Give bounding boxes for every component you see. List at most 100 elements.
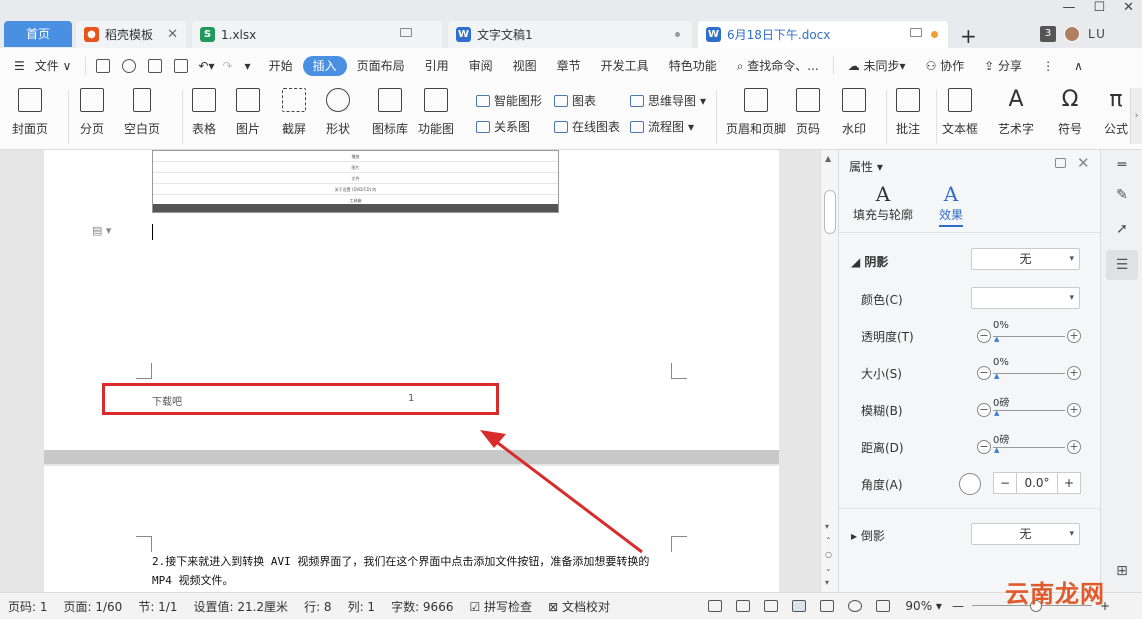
menu-reference[interactable]: 引用: [415, 56, 459, 76]
function-chart-button[interactable]: 功能图: [418, 88, 454, 137]
angle-stepper[interactable]: −0.0° +: [993, 472, 1081, 494]
plus-icon[interactable]: +: [1067, 403, 1081, 417]
tab-effect[interactable]: A 效果: [939, 182, 964, 227]
new-tab-plus-icon[interactable]: +: [960, 24, 977, 48]
blank-page-button[interactable]: 空白页: [124, 88, 160, 137]
icon-library-button[interactable]: 图标库: [372, 88, 408, 137]
close-icon[interactable]: ✕: [1077, 154, 1090, 172]
quick-access-more-icon[interactable]: ▾: [237, 56, 259, 76]
scroll-up-icon[interactable]: ▲: [825, 154, 831, 163]
menu-devtools[interactable]: 开发工具: [591, 56, 659, 76]
edit-pen-icon[interactable]: ✎: [1113, 186, 1131, 204]
grid-apps-icon[interactable]: ⊞: [1113, 562, 1131, 580]
select-cursor-icon[interactable]: ➚: [1113, 220, 1131, 238]
document-scrollbar[interactable]: ▲ ▾ ⌃ ○ ⌄ ▾: [820, 150, 838, 592]
blur-slider[interactable]: − ▲ 0磅 +: [977, 398, 1081, 419]
doc-proof-button[interactable]: ⊠ 文档校对: [540, 598, 618, 615]
tab-docx[interactable]: W 6月18日下午.docx: [698, 21, 948, 48]
symbol-button[interactable]: Ω 符号: [1058, 88, 1082, 137]
edit-mode-icon[interactable]: [764, 600, 779, 612]
more-options-icon[interactable]: ⋮: [1032, 56, 1064, 76]
wordart-button[interactable]: A 艺术字: [998, 88, 1034, 137]
zoom-out-icon[interactable]: —: [950, 599, 966, 613]
shadow-dropdown[interactable]: 无: [971, 248, 1080, 270]
size-slider[interactable]: − ▲ 0% +: [977, 357, 1081, 382]
ribbon-scroll-right-icon[interactable]: ›: [1130, 88, 1142, 144]
minimize-icon[interactable]: —: [1062, 0, 1075, 20]
flowchart-button[interactable]: 流程图 ▾: [630, 118, 694, 135]
hamburger-icon[interactable]: ☰: [0, 56, 35, 76]
angle-dial[interactable]: [959, 473, 981, 495]
collab-button[interactable]: ⚇ 协作: [916, 56, 975, 76]
status-col[interactable]: 列: 1: [340, 598, 384, 615]
zoom-level[interactable]: 90% ▾: [897, 599, 950, 613]
window-count-badge[interactable]: 3: [1040, 26, 1056, 42]
lock-icon[interactable]: [1055, 158, 1066, 168]
shape-button[interactable]: 形状: [326, 88, 350, 137]
decrement-icon[interactable]: −: [994, 473, 1016, 493]
properties-sliders-icon[interactable]: ☰: [1106, 250, 1138, 280]
slider-knob[interactable]: ▲: [994, 409, 999, 417]
comment-button[interactable]: 批注: [896, 88, 920, 137]
tab-home[interactable]: 首页: [4, 21, 72, 47]
save-icon[interactable]: [96, 59, 111, 73]
plus-icon[interactable]: +: [1067, 366, 1081, 380]
page-number-button[interactable]: 页码: [796, 88, 820, 137]
reflection-dropdown[interactable]: 无: [971, 523, 1080, 545]
export-icon[interactable]: [122, 59, 137, 73]
menu-review[interactable]: 审阅: [459, 56, 503, 76]
minus-icon[interactable]: −: [977, 440, 991, 454]
page-break-button[interactable]: 分页: [80, 88, 104, 137]
sync-status[interactable]: ☁ 未同步▾: [838, 56, 916, 76]
status-section[interactable]: 节: 1/1: [130, 598, 185, 615]
table-button[interactable]: 表格: [192, 88, 216, 137]
plus-icon[interactable]: +: [1067, 329, 1081, 343]
slider-knob[interactable]: ▲: [994, 372, 999, 380]
menu-features[interactable]: 特色功能: [659, 56, 727, 76]
menu-section[interactable]: 章节: [547, 56, 591, 76]
screenshot-button[interactable]: 截屏: [282, 88, 306, 137]
plus-icon[interactable]: +: [1067, 440, 1081, 454]
minus-icon[interactable]: −: [977, 366, 991, 380]
undo-icon[interactable]: ↶▾: [194, 56, 218, 76]
file-menu[interactable]: 文件 ∨: [35, 56, 82, 76]
eye-protect-icon[interactable]: [876, 600, 891, 612]
avatar[interactable]: [1064, 26, 1080, 42]
header-footer-button[interactable]: 页眉和页脚: [726, 88, 786, 137]
command-search[interactable]: ⌕ 查找命令、...: [727, 56, 829, 76]
tab-wenzi[interactable]: W 文字文稿1: [448, 21, 692, 48]
menu-layout[interactable]: 页面布局: [347, 56, 415, 76]
preview-icon[interactable]: [174, 59, 189, 73]
fullscreen-icon[interactable]: [708, 600, 723, 612]
status-page[interactable]: 页码: 1: [0, 598, 56, 615]
pane-title[interactable]: 属性 ▾: [849, 158, 883, 175]
user-name[interactable]: LU: [1088, 27, 1107, 41]
formula-button[interactable]: π 公式: [1104, 88, 1128, 137]
redo-icon[interactable]: ↷: [218, 56, 236, 76]
share-button[interactable]: ⇪ 分享: [974, 56, 1032, 76]
menu-start[interactable]: 开始: [259, 56, 303, 76]
spell-check-button[interactable]: ☑ 拼写检查: [461, 598, 540, 615]
slider-knob[interactable]: ▲: [994, 446, 999, 454]
transparency-slider[interactable]: − ▲ 0% +: [977, 320, 1081, 345]
cover-page-button[interactable]: 封面页: [12, 88, 48, 137]
picture-button[interactable]: 图片: [236, 88, 260, 137]
watermark-button[interactable]: 水印: [842, 88, 866, 137]
mindmap-button[interactable]: 思维导图 ▾: [630, 92, 706, 109]
maximize-icon[interactable]: ☐: [1093, 0, 1105, 20]
scrollbar-thumb[interactable]: [824, 190, 836, 234]
online-chart-button[interactable]: 在线图表: [554, 118, 620, 135]
print-icon[interactable]: [148, 59, 163, 73]
reflection-section[interactable]: ▸ 倒影: [851, 527, 885, 544]
page-view-icon[interactable]: [792, 600, 807, 612]
document-canvas[interactable]: 播放 图片 文件 关于设置 (DVD/CD) 的 工具箱 ▤ ▾ 下载吧 1 2…: [0, 150, 838, 592]
smartart-button[interactable]: 智能图形: [476, 92, 542, 109]
collapse-ribbon-icon[interactable]: ∧: [1064, 56, 1093, 76]
outline-view-icon[interactable]: [820, 600, 835, 612]
close-icon[interactable]: ✕: [167, 27, 178, 42]
menu-view[interactable]: 视图: [503, 56, 547, 76]
reading-mode-icon[interactable]: [736, 600, 751, 612]
angle-value[interactable]: 0.0°: [1016, 473, 1058, 493]
tab-daoke-template[interactable]: ● 稻壳模板 ✕: [76, 21, 186, 48]
tab-fill-outline[interactable]: A 填充与轮廓: [853, 182, 913, 223]
